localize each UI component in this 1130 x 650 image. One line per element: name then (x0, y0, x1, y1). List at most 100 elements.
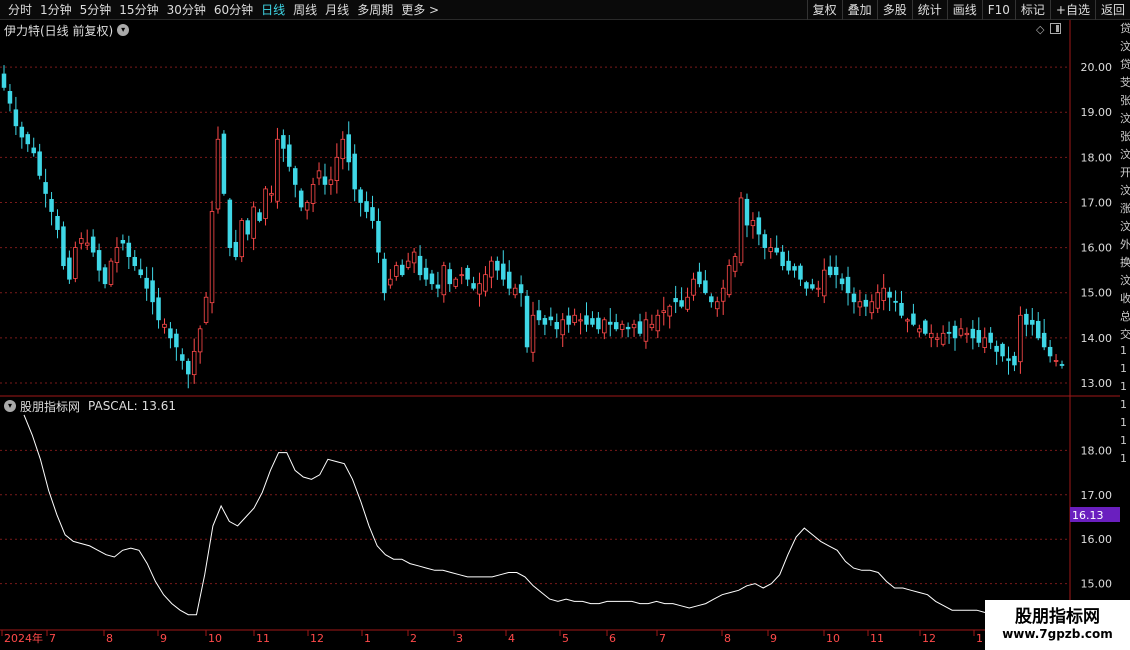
candle-body (209, 211, 215, 304)
candle-body (67, 257, 72, 280)
candle (542, 314, 548, 336)
candle (191, 338, 197, 384)
chevron-down-icon[interactable]: ▾ (117, 24, 130, 36)
chevron-down-icon[interactable]: ▾ (4, 400, 16, 412)
candle (673, 285, 678, 314)
candle-body (156, 297, 161, 321)
date-tick-label: 9 (770, 632, 777, 645)
stock-chart[interactable]: 20.00 19.00 18.00 17.00 16.00 15.00 14.00 13.00… (0, 0, 1130, 650)
candle-body (512, 287, 518, 296)
candle (405, 252, 411, 270)
date-tick-label: 12 (922, 632, 936, 645)
candle (417, 245, 423, 281)
date-tick-label: 7 (49, 632, 56, 645)
candle (441, 261, 447, 303)
candle-body (394, 265, 399, 277)
diamond-icon[interactable]: ◇ (1036, 23, 1044, 36)
candle-body (340, 138, 346, 160)
candle-body (637, 321, 643, 334)
candle-body (946, 331, 952, 334)
candle (506, 260, 512, 296)
candle (13, 96, 19, 135)
candle (281, 129, 286, 162)
candle-body (19, 126, 25, 138)
candle (126, 235, 132, 270)
candle (1030, 307, 1035, 336)
quote-field-glyph: 汶 (1120, 112, 1130, 125)
date-tick-label: 1 (364, 632, 371, 645)
quote-field-glyph: 张 (1120, 94, 1130, 107)
candle (84, 229, 90, 251)
candle (227, 197, 233, 257)
candle-body (524, 295, 530, 348)
quote-field-glyph: 1 (1120, 452, 1127, 465)
candle-body (215, 138, 221, 210)
candle (1053, 354, 1059, 367)
date-axis-labels: 2024年 7 8 9 10 11 12 1 2 3 4 5 6 7 8 9 10 11 12 1 (1, 630, 983, 645)
candle-body (90, 236, 96, 253)
candle-body (798, 265, 803, 280)
candle (578, 313, 583, 335)
indicator-tick-label: 15.00 (1081, 578, 1113, 591)
maximize-icon[interactable] (1050, 23, 1062, 34)
candle-body (162, 323, 167, 328)
candle (263, 186, 268, 226)
candle-body (138, 269, 143, 276)
candle (399, 259, 405, 277)
quote-field-glyph: 汶 (1120, 274, 1130, 287)
candle-body (869, 301, 875, 314)
candle (245, 218, 250, 241)
candle-body (940, 332, 946, 345)
candle-body (43, 182, 48, 194)
candle (732, 252, 738, 278)
candle (768, 238, 773, 259)
candlestick-series (1, 65, 1065, 389)
candle-body (875, 292, 880, 309)
candle-body (96, 250, 102, 271)
candle-body (239, 220, 244, 258)
stock-title: 伊力特(日线 前复权) ▾ (4, 22, 130, 38)
candle-body (833, 266, 839, 276)
candle (168, 322, 173, 349)
candle (239, 218, 244, 263)
candle-body (180, 354, 185, 361)
candle (596, 312, 601, 334)
candle-body (382, 258, 387, 294)
candle-body (203, 296, 209, 323)
candle (649, 314, 655, 331)
candle (1047, 339, 1053, 363)
candle (382, 252, 387, 301)
quote-field-glyph: 1 (1120, 416, 1127, 429)
date-tick-label: 10 (826, 632, 840, 645)
candle-body (572, 314, 577, 323)
candle-body (596, 317, 601, 330)
candle (946, 321, 952, 344)
candle (524, 289, 530, 353)
candle-body (316, 170, 322, 179)
candle (613, 313, 619, 332)
candle-body (893, 300, 898, 303)
candle (310, 177, 316, 213)
date-tick-label: 10 (208, 632, 222, 645)
candle-body (1059, 364, 1065, 366)
quote-field-glyph: 汶 (1120, 220, 1130, 233)
candle (715, 296, 720, 317)
candle (197, 325, 203, 364)
watermark-title: 股朋指标网 (1015, 607, 1100, 627)
candle (566, 307, 571, 333)
candle-body (477, 283, 482, 295)
indicator-title: ▾ 股朋指标网 PASCAL: 13.61 (4, 398, 176, 414)
candle-body (1012, 355, 1017, 366)
candle-body (590, 318, 595, 325)
candle (720, 279, 726, 315)
candle-body (744, 198, 750, 226)
cursor-value-label: 16.13 (1072, 509, 1104, 522)
candle-body (465, 267, 470, 280)
quote-field-glyph: 涨 (1120, 202, 1130, 215)
candle (964, 327, 970, 343)
candle (132, 250, 138, 271)
price-tick-label: 17.00 (1081, 196, 1113, 209)
candle-body (405, 260, 411, 268)
date-tick-label: 12 (310, 632, 324, 645)
candle (1006, 346, 1011, 375)
